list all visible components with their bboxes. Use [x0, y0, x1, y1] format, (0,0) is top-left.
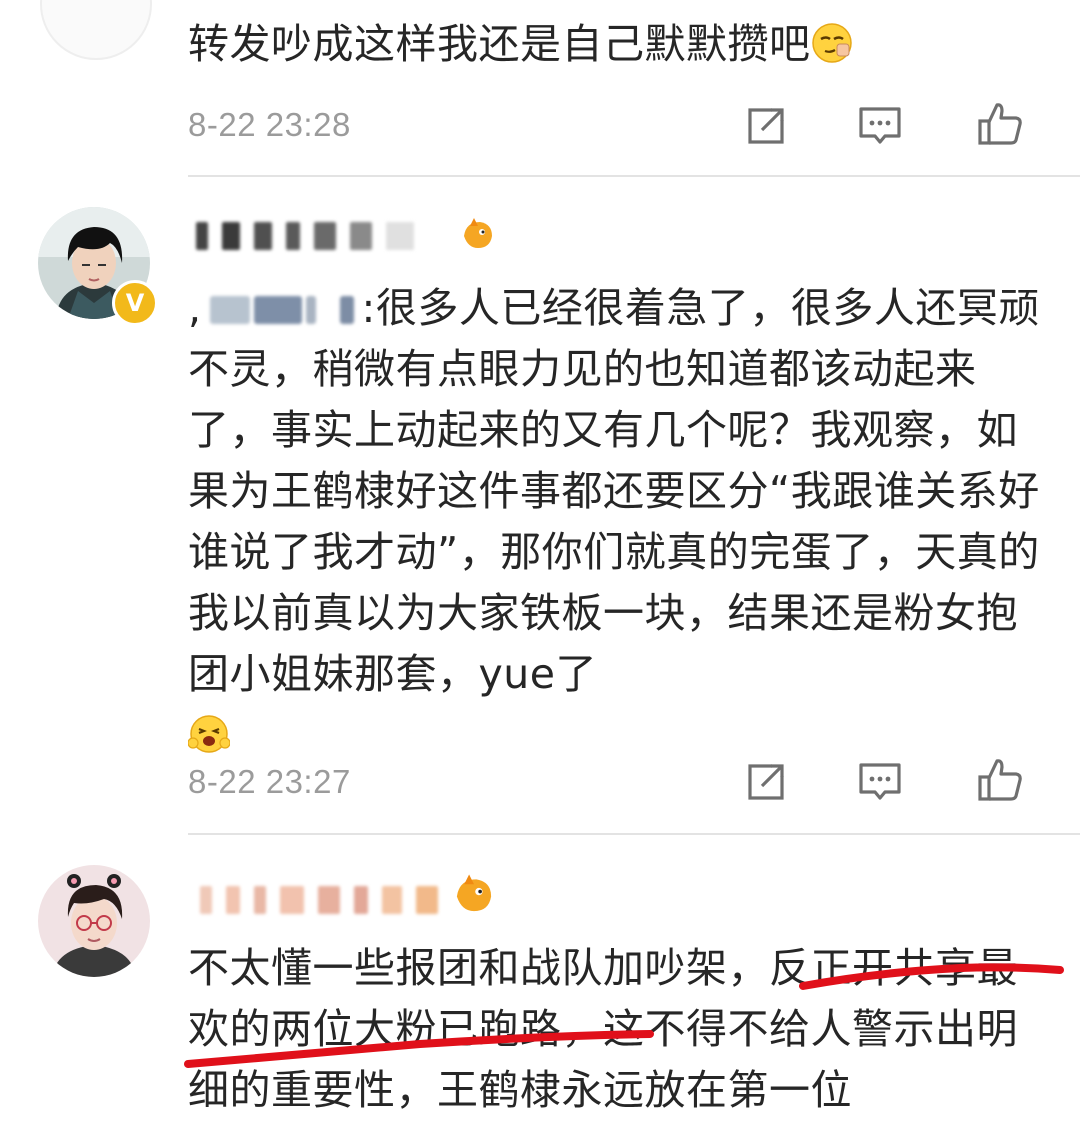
mention-prefix: ,: [188, 284, 202, 332]
verified-badge-icon: V: [112, 280, 158, 326]
avatar[interactable]: [38, 865, 150, 977]
divider: [188, 833, 1080, 835]
like-button[interactable]: [976, 100, 1024, 148]
mention-link[interactable]: [202, 296, 362, 324]
repost-button[interactable]: [742, 758, 790, 806]
comment-text: 转发吵成这样我还是自己默默攒吧: [188, 14, 1048, 75]
smirk-emoji-icon: [811, 23, 852, 63]
username[interactable]: [196, 220, 414, 252]
comment-icon: [859, 107, 901, 144]
repost-icon: [748, 764, 784, 800]
repost-button[interactable]: [742, 102, 790, 150]
comment-body: 转发吵成这样我还是自己默默攒吧: [188, 20, 811, 68]
comment-body: :很多人已经很着急了，很多人还冥顽不灵，稍微有点眼力见的也知道都该动起来了，事实…: [188, 284, 1040, 698]
comment-text: 不太懂一些报团和战队加吵架，反正开共享最欢的两位大粉已跑路，这不得不给人警示出明…: [188, 938, 1058, 1121]
comment-body: 不太懂一些报团和战队加吵架，反正开共享最欢的两位大粉已跑路，这不得不给人警示出明…: [188, 944, 1018, 1114]
fan-level-icon: [456, 874, 492, 912]
comment-button[interactable]: [856, 102, 904, 150]
comment-button[interactable]: [856, 758, 904, 806]
like-icon: [978, 759, 1022, 801]
like-button[interactable]: [976, 756, 1024, 804]
avatar[interactable]: [40, 0, 152, 60]
comment-text: , :很多人已经很着急了，很多人还冥顽不灵，稍微有点眼力见的也知道都该动起来了，…: [188, 278, 1048, 766]
divider: [188, 175, 1080, 177]
like-icon: [978, 103, 1022, 145]
comment-icon: [859, 763, 901, 800]
laughing-emoji-icon: [188, 715, 230, 753]
comment-timestamp: 8-22 23:27: [188, 763, 351, 800]
repost-icon: [748, 108, 784, 144]
username[interactable]: [200, 884, 438, 916]
comment-timestamp: 8-22 23:28: [188, 106, 351, 143]
fan-level-icon: [464, 218, 492, 248]
